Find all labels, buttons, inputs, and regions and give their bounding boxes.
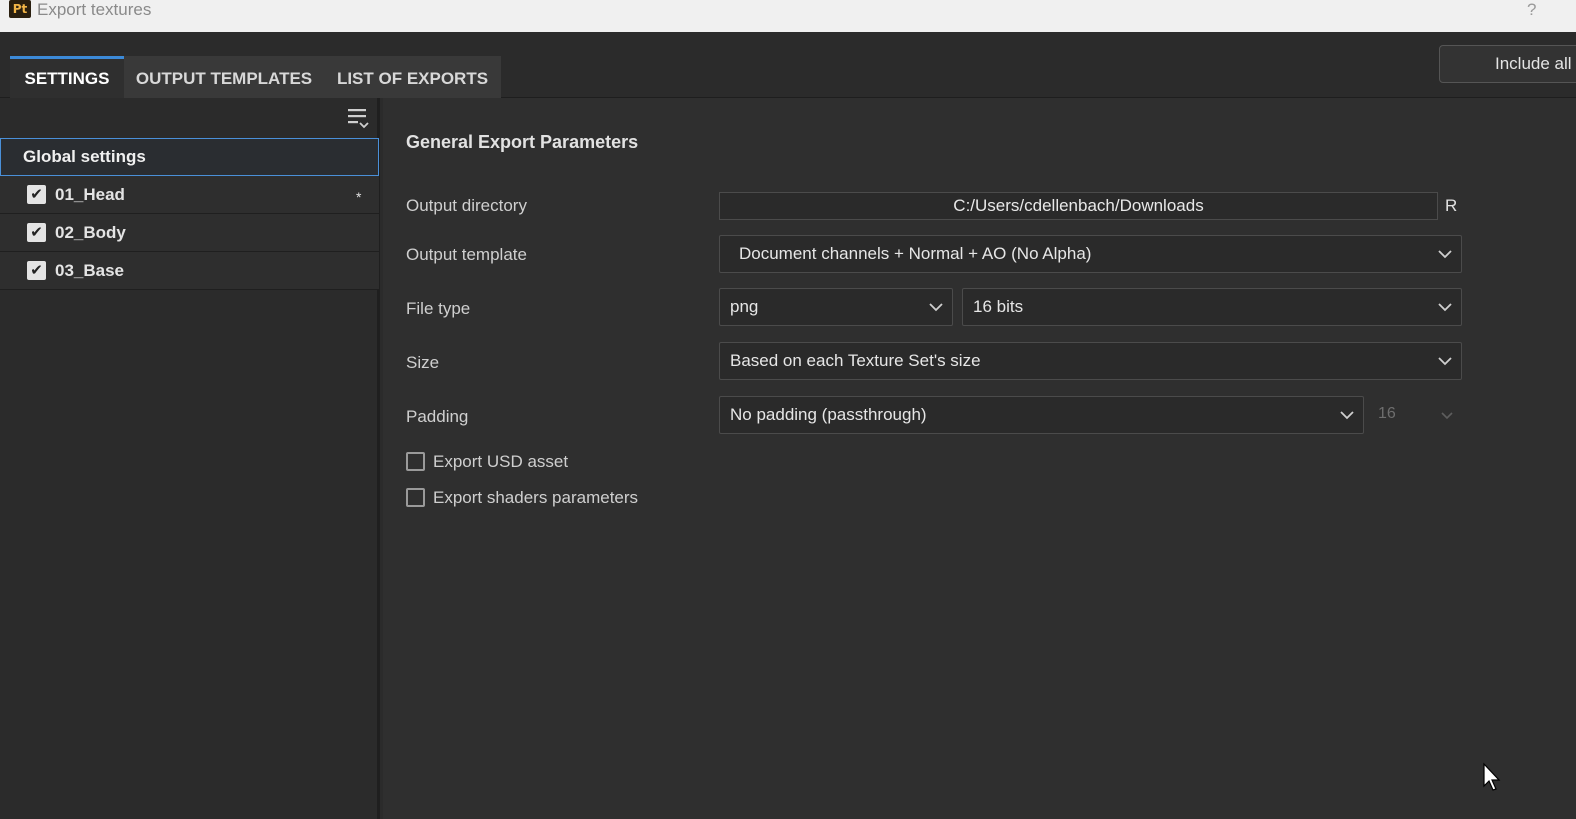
texture-set-checkbox[interactable]: ✔: [27, 261, 46, 280]
chevron-down-icon: [929, 303, 943, 312]
app-logo-icon: Pt: [9, 0, 31, 18]
export-usd-label: Export USD asset: [433, 452, 569, 471]
output-template-dropdown[interactable]: Document channels + Normal + AO (No Alph…: [719, 235, 1462, 273]
section-title: General Export Parameters: [406, 132, 639, 152]
dilation-distance-value: 16: [1378, 405, 1396, 422]
bit-depth-dropdown[interactable]: 16 bits: [962, 288, 1462, 326]
chevron-down-icon: [1441, 412, 1453, 420]
chevron-down-icon: [1438, 357, 1452, 366]
texture-set-row[interactable]: ✔ 01_Head *: [0, 176, 379, 214]
texture-set-label: 02_Body: [55, 223, 126, 242]
output-template-value: Document channels + Normal + AO (No Alph…: [739, 244, 1092, 263]
export-shaders-label: Export shaders parameters: [433, 488, 639, 507]
export-shaders-checkbox[interactable]: [406, 488, 425, 507]
file-format-value: png: [730, 297, 759, 316]
size-value: Based on each Texture Set's size: [730, 351, 981, 370]
chevron-down-icon: [1438, 303, 1452, 312]
file-type-label: File type: [406, 299, 471, 318]
help-icon[interactable]: ?: [1527, 0, 1536, 20]
chevron-down-icon: [1438, 250, 1452, 259]
output-directory-field[interactable]: C:/Users/cdellenbach/Downloads: [719, 192, 1438, 220]
texture-set-row[interactable]: ✔ 02_Body: [0, 214, 379, 252]
global-settings-item[interactable]: Global settings: [0, 138, 379, 176]
window-title: Export textures: [37, 0, 152, 19]
chevron-down-icon: [1340, 411, 1354, 420]
export-usd-checkbox[interactable]: [406, 452, 425, 471]
list-options-icon[interactable]: [346, 106, 370, 130]
file-format-dropdown[interactable]: png: [719, 288, 953, 326]
padding-label: Padding: [406, 407, 469, 426]
tab-settings[interactable]: SETTINGS: [10, 56, 124, 98]
texture-set-checkbox[interactable]: ✔: [27, 185, 46, 204]
reset-directory-button[interactable]: R: [1445, 196, 1457, 216]
texture-set-row[interactable]: ✔ 03_Base: [0, 252, 379, 290]
modified-marker: *: [356, 189, 362, 205]
export-parameters-panel: General Export Parameters Output directo…: [383, 98, 1576, 819]
texture-set-sidebar: Global settings ✔ 01_Head * ✔ 02_Body ✔ …: [0, 98, 380, 819]
title-bar: Pt Export textures ?: [0, 0, 1576, 32]
tab-bar: SETTINGS OUTPUT TEMPLATES LIST OF EXPORT…: [0, 32, 1576, 98]
tab-list-of-exports[interactable]: LIST OF EXPORTS: [324, 56, 501, 98]
texture-set-label: 01_Head: [55, 185, 125, 204]
padding-value: No padding (passthrough): [730, 405, 927, 424]
texture-set-label: 03_Base: [55, 261, 125, 280]
padding-dropdown[interactable]: No padding (passthrough): [719, 396, 1364, 434]
output-template-label: Output template: [406, 245, 527, 264]
tab-output-templates[interactable]: OUTPUT TEMPLATES: [124, 56, 324, 98]
bit-depth-value: 16 bits: [973, 297, 1024, 316]
mouse-cursor-icon: [1483, 762, 1501, 791]
output-directory-label: Output directory: [406, 196, 527, 215]
texture-set-checkbox[interactable]: ✔: [27, 223, 46, 242]
size-label: Size: [406, 353, 440, 372]
size-dropdown[interactable]: Based on each Texture Set's size: [719, 342, 1462, 380]
include-all-button[interactable]: Include all: [1439, 45, 1576, 83]
